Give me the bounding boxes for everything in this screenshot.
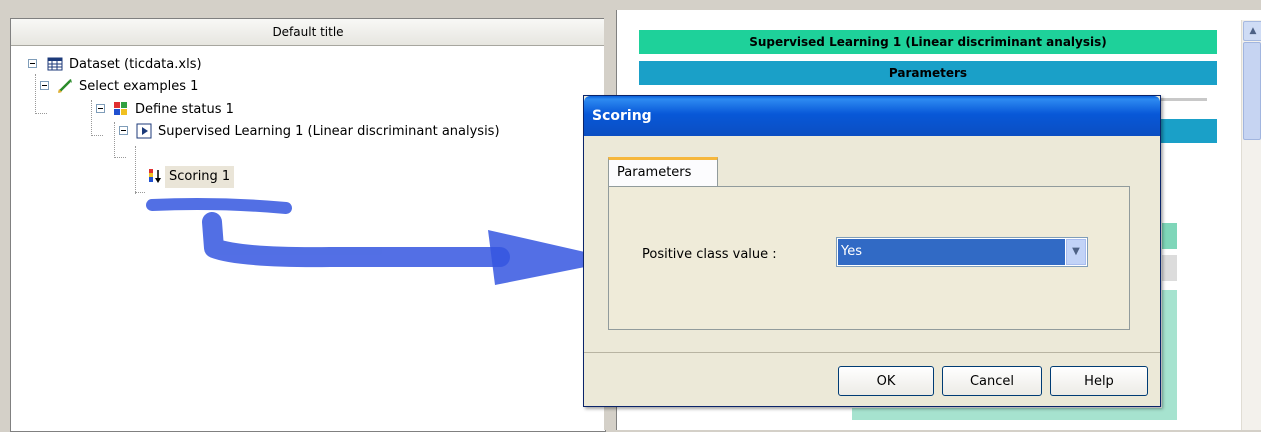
tab-parameters[interactable]: Parameters (608, 157, 718, 187)
chevron-down-icon[interactable]: ▼ (1066, 239, 1086, 265)
dialog-separator (584, 352, 1160, 353)
positive-class-label: Positive class value : (642, 247, 777, 262)
cancel-button[interactable]: Cancel (942, 366, 1042, 396)
dialog-titlebar[interactable]: Scoring (584, 96, 1160, 136)
scoring-dialog: Scoring Parameters Positive class value … (583, 95, 1161, 407)
positive-class-select[interactable]: Yes ▼ (836, 237, 1088, 267)
positive-class-value: Yes (838, 239, 1065, 265)
help-button[interactable]: Help (1050, 366, 1148, 396)
tab-panel: Positive class value : Yes ▼ (608, 186, 1130, 330)
dialog-title: Scoring (592, 108, 652, 124)
ok-button[interactable]: OK (838, 366, 934, 396)
